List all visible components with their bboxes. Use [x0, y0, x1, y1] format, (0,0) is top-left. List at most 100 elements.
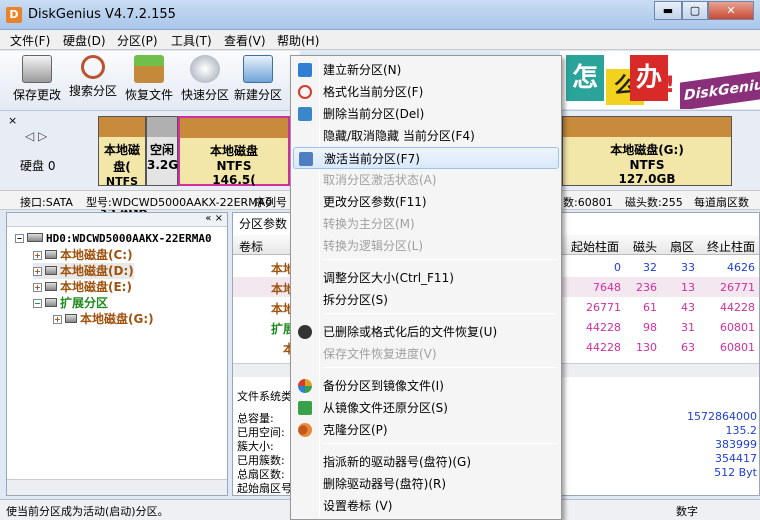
partition-block-g[interactable]: 本地磁盘(G:) NTFS 127.0GB	[562, 116, 732, 186]
menu-item-split-partition[interactable]: 拆分分区(S)	[293, 289, 559, 311]
disk-label: 硬盘 0	[20, 159, 56, 173]
menu-separator	[323, 313, 557, 314]
menu-item-convert-logical[interactable]: 转换为逻辑分区(L)	[293, 235, 559, 257]
menu-help[interactable]: 帮助(H)	[277, 32, 319, 49]
col-sector[interactable]: 扇区	[670, 238, 694, 255]
menu-item-clone-partition[interactable]: 克隆分区(P)	[293, 419, 559, 441]
partition-context-menu: 建立新分区(N) 格式化当前分区(F) 删除当前分区(Del) 隐藏/取消隐藏 …	[290, 55, 562, 520]
fs-type-label: 文件系统类	[237, 390, 292, 403]
new-partition-icon	[298, 63, 312, 77]
disk-nav-arrows[interactable]: ◁ ▷	[25, 129, 47, 143]
col-head[interactable]: 磁头	[633, 238, 657, 255]
menu-item-backup-image[interactable]: 备份分区到镜像文件(I)	[293, 375, 559, 397]
num-lock-indicator: 数字	[676, 505, 698, 518]
menu-item-change-params[interactable]: 更改分区参数(F11)	[293, 191, 559, 213]
search-icon	[81, 55, 105, 79]
sectors-info: 每道扇区数	[694, 196, 749, 209]
menu-item-hide-partition[interactable]: 隐藏/取消隐藏 当前分区(F4)	[293, 125, 559, 147]
menu-item-save-recovery-progress[interactable]: 保存文件恢复进度(V)	[293, 343, 559, 365]
save-changes-button[interactable]: 保存更改	[8, 55, 66, 103]
tree-item-extended[interactable]: − 扩展分区	[33, 295, 108, 311]
menu-separator	[323, 259, 557, 260]
disk-tree-panel: « × − HD0:WDCWD5000AAKX-22ERMA0 + 本地磁盘(C:)…	[6, 212, 228, 496]
delete-icon	[298, 107, 312, 121]
interface-info: 接口:SATA	[20, 196, 73, 209]
recovery-icon	[298, 325, 312, 339]
drive-icon	[45, 282, 57, 291]
menu-disk[interactable]: 硬盘(D)	[63, 32, 106, 49]
menu-item-create-partition[interactable]: 建立新分区(N)	[293, 59, 559, 81]
detail-value: 512 Byt	[714, 466, 757, 479]
menu-view[interactable]: 查看(V)	[224, 32, 266, 49]
model-info: 型号:WDCWD5000AAKX-22ERMA0	[86, 196, 273, 209]
ad-banner[interactable]: 怎 么 办 ! DiskGenius	[560, 51, 760, 109]
partition-block-d[interactable]: 本地磁盘 NTFS 146.5(	[178, 116, 290, 187]
new-partition-icon	[243, 55, 273, 83]
window-title: DiskGenius V4.7.2.155	[28, 7, 176, 22]
banner-char: !	[664, 73, 676, 98]
serial-info: 序列号	[254, 196, 287, 209]
drive-icon	[65, 314, 77, 323]
save-icon	[22, 55, 52, 83]
collapse-icon[interactable]: «	[205, 213, 211, 224]
tree-item-e[interactable]: + 本地磁盘(E:)	[33, 279, 132, 295]
search-partition-button[interactable]: 搜索分区	[64, 55, 122, 99]
menu-file[interactable]: 文件(F)	[10, 32, 50, 49]
menu-item-convert-primary[interactable]: 转换为主分区(M)	[293, 213, 559, 235]
tree-header: « ×	[7, 213, 227, 227]
drive-icon	[45, 250, 57, 259]
col-start-cylinder[interactable]: 起始柱面	[571, 238, 619, 255]
minimize-button[interactable]: ▬	[654, 1, 682, 20]
menu-item-resize-partition[interactable]: 调整分区大小(Ctrl_F11)	[293, 267, 559, 289]
app-logo-icon: D	[6, 7, 22, 23]
tab-partition-params[interactable]: 分区参数	[233, 213, 293, 233]
title-bar: D DiskGenius V4.7.2.155 ▬ ▢ ✕	[0, 0, 760, 30]
drive-icon	[45, 298, 57, 307]
drive-icon	[45, 266, 57, 275]
menu-item-file-recovery[interactable]: 已删除或格式化后的文件恢复(U)	[293, 321, 559, 343]
tree-item-c[interactable]: + 本地磁盘(C:)	[33, 247, 133, 263]
recover-files-button[interactable]: 恢复文件	[120, 55, 178, 103]
partition-block-free[interactable]: 空闲 3.2G	[146, 116, 178, 186]
col-end-cylinder[interactable]: 终止柱面	[707, 238, 755, 255]
tree-item-d[interactable]: + 本地磁盘(D:)	[33, 263, 134, 279]
menu-item-format-partition[interactable]: 格式化当前分区(F)	[293, 81, 559, 103]
menu-item-set-volume-label[interactable]: 设置卷标 (V)	[293, 495, 559, 517]
activate-icon	[299, 152, 313, 166]
heads-info: 磁头数:255	[625, 196, 683, 209]
partition-block-c[interactable]: 本地磁盘(NTFS (活动35.4GB	[98, 116, 148, 218]
menu-item-deactivate-partition[interactable]: 取消分区激活状态(A)	[293, 169, 559, 191]
tree-item-disk[interactable]: − HD0:WDCWD5000AAKX-22ERMA0	[15, 231, 212, 247]
quick-partition-button[interactable]: 快速分区	[176, 55, 234, 103]
tree-horizontal-scrollbar[interactable]	[7, 479, 227, 495]
menu-item-remove-drive-letter[interactable]: 删除驱动器号(盘符)(R)	[293, 473, 559, 495]
menu-item-assign-drive-letter[interactable]: 指派新的驱动器号(盘符)(G)	[293, 451, 559, 473]
detail-value: 383999	[715, 438, 757, 451]
menu-item-restore-image[interactable]: 从镜像文件还原分区(S)	[293, 397, 559, 419]
toolbar: 保存更改 搜索分区 恢复文件 快速分区 新建分区	[0, 51, 300, 109]
new-partition-button[interactable]: 新建分区	[229, 55, 287, 103]
tree-item-g[interactable]: + 本地磁盘(G:)	[53, 311, 154, 327]
clone-icon	[298, 423, 312, 437]
col-volume[interactable]: 卷标	[239, 238, 263, 255]
banner-logo: DiskGenius	[680, 71, 760, 109]
status-text: 使当前分区成为活动(启动)分区。	[6, 505, 169, 518]
close-button[interactable]: ✕	[708, 1, 754, 20]
maximize-button[interactable]: ▢	[682, 1, 708, 20]
menu-separator	[323, 443, 557, 444]
detail-value: 1572864000	[687, 410, 757, 423]
menu-item-activate-partition[interactable]: 激活当前分区(F7)	[293, 147, 559, 169]
menu-separator	[323, 367, 557, 368]
menu-tools[interactable]: 工具(T)	[171, 32, 212, 49]
format-icon	[298, 85, 312, 99]
restore-icon	[298, 401, 312, 415]
menu-partition[interactable]: 分区(P)	[117, 32, 158, 49]
tree-close-icon[interactable]: ×	[215, 213, 223, 224]
recover-icon	[134, 55, 164, 83]
disk-icon	[190, 55, 220, 83]
detail-value: 135.2	[725, 424, 758, 437]
menu-item-delete-partition[interactable]: 删除当前分区(Del)	[293, 103, 559, 125]
hdd-icon	[27, 233, 43, 242]
menu-bar: 文件(F) 硬盘(D) 分区(P) 工具(T) 查看(V) 帮助(H)	[0, 30, 760, 50]
disk-map-close-icon[interactable]: ×	[8, 114, 17, 127]
